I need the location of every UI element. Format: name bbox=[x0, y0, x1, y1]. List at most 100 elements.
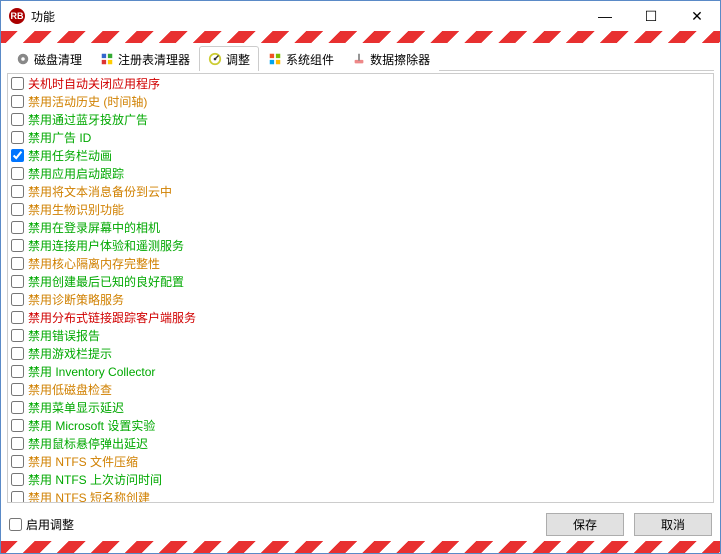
hazard-stripe-top bbox=[1, 31, 720, 43]
list-item[interactable]: 禁用 NTFS 上次访问时间 bbox=[8, 470, 713, 488]
tweak-list[interactable]: 关机时自动关闭应用程序禁用活动历史 (时间轴)禁用通过蓝牙投放广告禁用广告 ID… bbox=[7, 73, 714, 503]
list-item[interactable]: 禁用通过蓝牙投放广告 bbox=[8, 110, 713, 128]
list-item-label: 禁用 Inventory Collector bbox=[28, 363, 155, 380]
list-item-label: 禁用将文本消息备份到云中 bbox=[28, 183, 172, 200]
list-item-checkbox[interactable] bbox=[11, 131, 24, 144]
tab-disk[interactable]: 磁盘清理 bbox=[7, 46, 91, 71]
list-item[interactable]: 禁用核心隔离内存完整性 bbox=[8, 254, 713, 272]
list-item-checkbox[interactable] bbox=[11, 203, 24, 216]
minimize-button[interactable]: — bbox=[582, 1, 628, 31]
app-icon: RB bbox=[9, 8, 25, 24]
list-item-checkbox[interactable] bbox=[11, 455, 24, 468]
list-item-checkbox[interactable] bbox=[11, 491, 24, 504]
enable-tweak-input[interactable] bbox=[9, 518, 22, 531]
list-item-checkbox[interactable] bbox=[11, 257, 24, 270]
app-window: RB 功能 — ☐ ✕ 磁盘清理 注册表清理器 调整 系统组件 数据擦除器 关机时自动关… bbox=[0, 0, 721, 554]
tab-label: 数据擦除器 bbox=[370, 51, 430, 68]
list-item[interactable]: 禁用连接用户体验和遥测服务 bbox=[8, 236, 713, 254]
list-item-label: 禁用菜单显示延迟 bbox=[28, 399, 124, 416]
list-item-checkbox[interactable] bbox=[11, 293, 24, 306]
syscomp-icon bbox=[268, 52, 282, 66]
list-item-checkbox[interactable] bbox=[11, 185, 24, 198]
list-item[interactable]: 禁用活动历史 (时间轴) bbox=[8, 92, 713, 110]
list-item-label: 禁用核心隔离内存完整性 bbox=[28, 255, 160, 272]
tab-label: 注册表清理器 bbox=[118, 51, 190, 68]
list-item[interactable]: 禁用鼠标悬停弹出延迟 bbox=[8, 434, 713, 452]
list-item[interactable]: 禁用 Inventory Collector bbox=[8, 362, 713, 380]
list-item[interactable]: 禁用任务栏动画 bbox=[8, 146, 713, 164]
list-item[interactable]: 禁用创建最后已知的良好配置 bbox=[8, 272, 713, 290]
list-item[interactable]: 禁用在登录屏幕中的相机 bbox=[8, 218, 713, 236]
list-item-label: 禁用生物识别功能 bbox=[28, 201, 124, 218]
tab-bar: 磁盘清理 注册表清理器 调整 系统组件 数据擦除器 bbox=[7, 45, 714, 71]
list-item-checkbox[interactable] bbox=[11, 221, 24, 234]
window-controls: — ☐ ✕ bbox=[582, 1, 720, 31]
hazard-stripe-bottom bbox=[1, 541, 720, 553]
list-item[interactable]: 关机时自动关闭应用程序 bbox=[8, 74, 713, 92]
close-button[interactable]: ✕ bbox=[674, 1, 720, 31]
list-item[interactable]: 禁用低磁盘检查 bbox=[8, 380, 713, 398]
list-item-label: 禁用广告 ID bbox=[28, 129, 91, 146]
list-item[interactable]: 禁用错误报告 bbox=[8, 326, 713, 344]
list-item-label: 禁用在登录屏幕中的相机 bbox=[28, 219, 160, 236]
list-item[interactable]: 禁用分布式链接跟踪客户端服务 bbox=[8, 308, 713, 326]
list-item-label: 禁用 NTFS 短名称创建 bbox=[28, 489, 150, 504]
list-item-label: 禁用 NTFS 文件压缩 bbox=[28, 453, 138, 470]
list-item[interactable]: 禁用生物识别功能 bbox=[8, 200, 713, 218]
list-item-checkbox[interactable] bbox=[11, 95, 24, 108]
list-item[interactable]: 禁用应用启动跟踪 bbox=[8, 164, 713, 182]
list-item-checkbox[interactable] bbox=[11, 365, 24, 378]
list-item[interactable]: 禁用广告 ID bbox=[8, 128, 713, 146]
footer: 启用调整 保存 取消 bbox=[1, 507, 720, 541]
list-item-label: 禁用创建最后已知的良好配置 bbox=[28, 273, 184, 290]
list-item[interactable]: 禁用 Microsoft 设置实验 bbox=[8, 416, 713, 434]
list-item-checkbox[interactable] bbox=[11, 329, 24, 342]
list-item-checkbox[interactable] bbox=[11, 77, 24, 90]
list-item-checkbox[interactable] bbox=[11, 149, 24, 162]
tab-label: 调整 bbox=[226, 51, 250, 68]
list-item-checkbox[interactable] bbox=[11, 347, 24, 360]
list-item-checkbox[interactable] bbox=[11, 167, 24, 180]
list-item-checkbox[interactable] bbox=[11, 437, 24, 450]
list-item-checkbox[interactable] bbox=[11, 383, 24, 396]
list-item[interactable]: 禁用 NTFS 短名称创建 bbox=[8, 488, 713, 503]
list-item-checkbox[interactable] bbox=[11, 113, 24, 126]
list-item-checkbox[interactable] bbox=[11, 311, 24, 324]
list-item-checkbox[interactable] bbox=[11, 401, 24, 414]
list-item-label: 禁用通过蓝牙投放广告 bbox=[28, 111, 148, 128]
list-item-label: 禁用 NTFS 上次访问时间 bbox=[28, 471, 162, 488]
list-item[interactable]: 禁用 NTFS 文件压缩 bbox=[8, 452, 713, 470]
list-item-checkbox[interactable] bbox=[11, 275, 24, 288]
tab-registry[interactable]: 注册表清理器 bbox=[91, 46, 199, 71]
list-item[interactable]: 禁用将文本消息备份到云中 bbox=[8, 182, 713, 200]
list-item-checkbox[interactable] bbox=[11, 239, 24, 252]
titlebar[interactable]: RB 功能 — ☐ ✕ bbox=[1, 1, 720, 31]
enable-tweak-label: 启用调整 bbox=[26, 516, 74, 533]
list-item-checkbox[interactable] bbox=[11, 419, 24, 432]
list-item-label: 禁用诊断策略服务 bbox=[28, 291, 124, 308]
tab-datawipe[interactable]: 数据擦除器 bbox=[343, 46, 439, 71]
tab-tweak[interactable]: 调整 bbox=[199, 46, 259, 71]
list-item-label: 关机时自动关闭应用程序 bbox=[28, 75, 160, 92]
list-item-label: 禁用低磁盘检查 bbox=[28, 381, 112, 398]
list-item-label: 禁用 Microsoft 设置实验 bbox=[28, 417, 155, 434]
tweak-icon bbox=[208, 52, 222, 66]
registry-icon bbox=[100, 52, 114, 66]
save-button[interactable]: 保存 bbox=[546, 513, 624, 536]
maximize-button[interactable]: ☐ bbox=[628, 1, 674, 31]
window-title: 功能 bbox=[31, 8, 582, 25]
list-item-label: 禁用任务栏动画 bbox=[28, 147, 112, 164]
list-item[interactable]: 禁用菜单显示延迟 bbox=[8, 398, 713, 416]
tab-label: 系统组件 bbox=[286, 51, 334, 68]
list-item[interactable]: 禁用游戏栏提示 bbox=[8, 344, 713, 362]
list-item-label: 禁用连接用户体验和遥测服务 bbox=[28, 237, 184, 254]
list-item-label: 禁用鼠标悬停弹出延迟 bbox=[28, 435, 148, 452]
list-item-checkbox[interactable] bbox=[11, 473, 24, 486]
cancel-button[interactable]: 取消 bbox=[634, 513, 712, 536]
list-item-label: 禁用游戏栏提示 bbox=[28, 345, 112, 362]
tab-syscomp[interactable]: 系统组件 bbox=[259, 46, 343, 71]
list-item-label: 禁用活动历史 (时间轴) bbox=[28, 93, 147, 110]
list-item[interactable]: 禁用诊断策略服务 bbox=[8, 290, 713, 308]
enable-tweak-checkbox[interactable]: 启用调整 bbox=[9, 516, 74, 533]
list-item-label: 禁用分布式链接跟踪客户端服务 bbox=[28, 309, 196, 326]
